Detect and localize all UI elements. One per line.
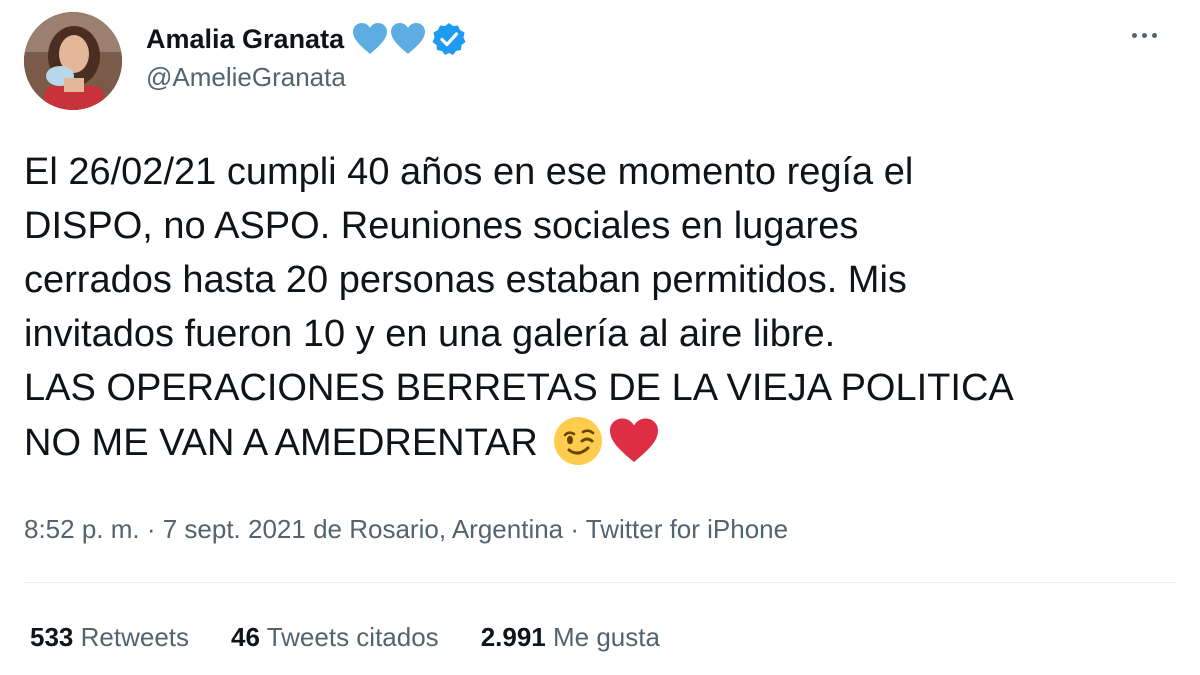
likes-stat[interactable]: 2.991 Me gusta xyxy=(481,622,660,653)
light-blue-heart-icon xyxy=(390,22,426,56)
quote-tweets-label: Tweets citados xyxy=(266,622,439,652)
display-name[interactable]: Amalia Granata xyxy=(146,24,344,55)
more-options-dot-icon xyxy=(1141,32,1147,38)
tweet-text-line: DISPO, no ASPO. Reuniones sociales en lu… xyxy=(24,205,859,247)
tweet-text-line: invitados fueron 10 y en una galería al … xyxy=(24,313,836,355)
author-name-row[interactable]: Amalia Granata xyxy=(146,19,466,59)
light-blue-heart-icon xyxy=(352,22,388,56)
more-options-dot-icon xyxy=(1151,32,1157,38)
likes-count: 2.991 xyxy=(480,622,546,652)
red-heart-icon xyxy=(608,415,660,467)
tweet-text: El 26/02/21 cumpli 40 años en ese moment… xyxy=(24,145,1184,470)
tweet-source[interactable]: Twitter for iPhone xyxy=(586,514,788,544)
tweet-meta: 8:52 p. m. · 7 sept. 2021 de Rosario, Ar… xyxy=(24,514,788,545)
tweet-text-line: El 26/02/21 cumpli 40 años en ese moment… xyxy=(24,151,914,193)
tweet-stats: 533 Retweets 46 Tweets citados 2.991 Me … xyxy=(30,622,702,653)
more-options-button[interactable] xyxy=(1124,20,1164,50)
retweets-count: 533 xyxy=(30,622,74,652)
retweets-stat[interactable]: 533 Retweets xyxy=(30,622,189,653)
tweet-date[interactable]: 7 sept. 2021 xyxy=(163,514,306,544)
avatar[interactable] xyxy=(24,12,122,110)
avatar-photo-icon xyxy=(24,12,122,110)
likes-label: Me gusta xyxy=(553,622,660,652)
tweet-time[interactable]: 8:52 p. m. xyxy=(24,514,140,544)
quote-tweets-stat[interactable]: 46 Tweets citados xyxy=(231,622,439,653)
tweet-location[interactable]: de Rosario, Argentina xyxy=(313,514,563,544)
meta-separator: · xyxy=(139,514,163,544)
winking-face-icon xyxy=(552,415,604,467)
verified-badge-icon[interactable] xyxy=(432,22,466,56)
more-options-dot-icon xyxy=(1131,32,1137,38)
meta-separator: · xyxy=(563,514,586,544)
author-handle[interactable]: @AmelieGranata xyxy=(146,62,346,93)
tweet-text-last-line: NO ME VAN A AMEDRENTAR xyxy=(24,415,1184,470)
retweets-label: Retweets xyxy=(80,622,190,652)
tweet-text-line: LAS OPERACIONES BERRETAS DE LA VIEJA POL… xyxy=(24,367,1014,409)
tweet-text-line: NO ME VAN A AMEDRENTAR xyxy=(24,422,538,464)
tweet-text-line: cerrados hasta 20 personas estaban permi… xyxy=(24,259,907,301)
tweet-card: Amalia Granata @AmelieGranata El 26/02/2… xyxy=(0,0,1200,675)
divider xyxy=(24,582,1176,583)
quote-tweets-count: 46 xyxy=(231,622,260,652)
